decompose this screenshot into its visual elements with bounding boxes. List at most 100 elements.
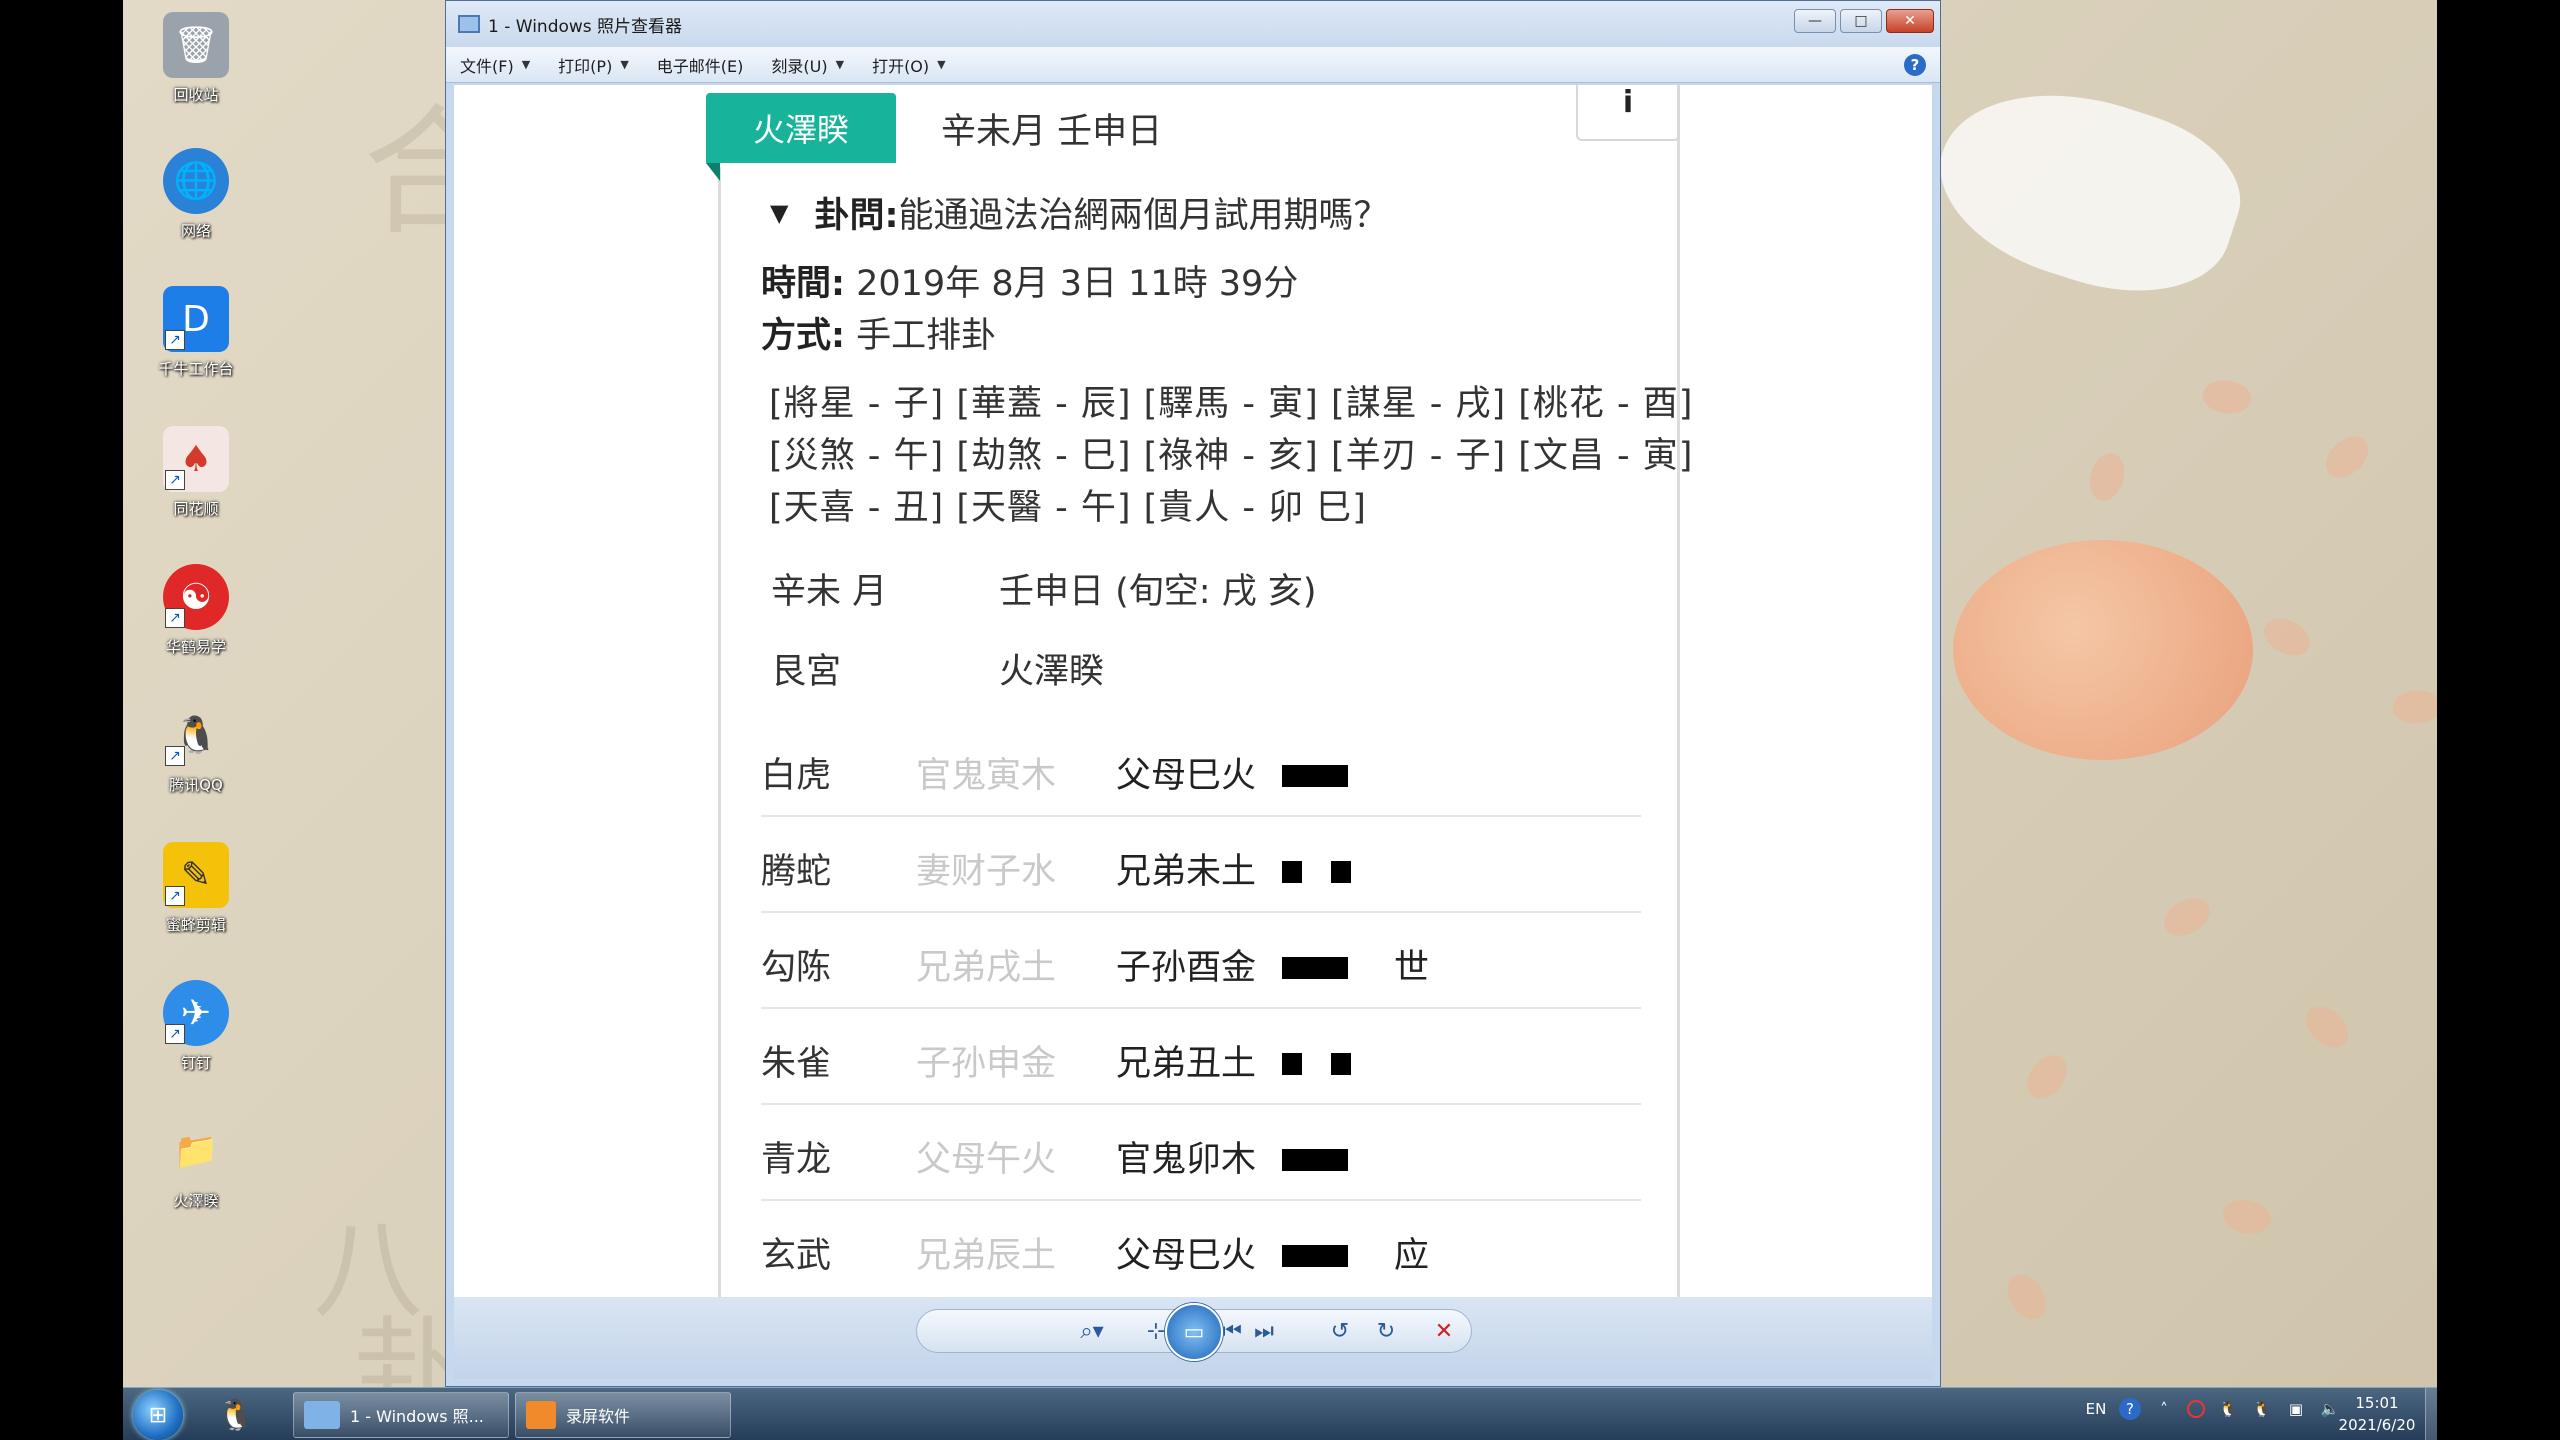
taskbar-item-recorder[interactable]: 录屏软件 (515, 1392, 731, 1438)
triangle-down-icon: ▼ (770, 198, 789, 227)
shortcut-arrow-icon: ↗ (165, 330, 185, 350)
slideshow-button[interactable]: ▭ (1165, 1303, 1223, 1361)
main-yao-label: 兄弟丑土 (1116, 1044, 1257, 1084)
method-label: 方式: (761, 316, 845, 356)
desktop-icon-qianniu[interactable]: D ↗ 千牛工作台 (141, 286, 251, 404)
image-viewport[interactable]: 火澤睽 辛未月 壬申日 i ▼ 卦問: 能通過法治網兩個月試用期嗎？ 時間: 2… (454, 85, 1932, 1297)
close-button[interactable]: ✕ (1886, 9, 1934, 33)
bee-editor-icon: ✎ ↗ (163, 842, 229, 908)
wallpaper-cloud (1917, 58, 2259, 322)
security-icon[interactable] (2187, 1400, 2205, 1418)
hidden-yao-label: 官鬼寅木 (916, 756, 1057, 796)
start-button[interactable]: ⊞ (133, 1390, 183, 1440)
qq-tray-icon[interactable]: 🐧 (2217, 1398, 2239, 1420)
tab-fold (706, 163, 720, 181)
wallpaper-petal (2299, 997, 2355, 1057)
desktop-icon-dingtalk[interactable]: ✈ ↗ 钉钉 (141, 980, 251, 1098)
rotate-ccw-icon[interactable]: ↺ (1322, 1313, 1358, 1349)
zoom-icon[interactable]: ⌕▾ (1074, 1313, 1110, 1349)
qianniu-icon: D ↗ (163, 286, 229, 352)
desktop-icon-label: 火澤睽 (173, 1192, 219, 1210)
photo-viewer-app-icon (304, 1401, 340, 1429)
method-row: 方式: 手工排卦 (761, 307, 996, 358)
help-icon[interactable]: ? (2119, 1398, 2141, 1420)
yin-line-icon (1331, 1053, 1351, 1075)
divider (718, 167, 721, 1297)
wallpaper-petal (2198, 372, 2256, 422)
shi-ying-mark: 世 (1394, 948, 1430, 988)
desktop-icon-bee-editor[interactable]: ✎ ↗ 蜜蜂剪辑 (141, 842, 251, 960)
desktop-icon-label: 回收站 (173, 86, 219, 104)
chevron-up-icon[interactable]: ˄ (2153, 1398, 2175, 1420)
menu-email[interactable]: 电子邮件(E) (657, 53, 744, 77)
yang-line-icon (1282, 1245, 1348, 1267)
shortcut-arrow-icon: ↗ (165, 608, 185, 628)
maximize-button[interactable]: □ (1840, 9, 1882, 33)
taskbar-item-photo-viewer[interactable]: 1 - Windows 照... (293, 1392, 509, 1438)
hidden-yao-label: 父母午火 (916, 1140, 1057, 1180)
main-yao-label: 官鬼卯木 (1116, 1140, 1257, 1180)
minimize-button[interactable]: — (1794, 9, 1836, 33)
network-globe-icon: 🌐 (163, 148, 229, 214)
question-text: 能通過法治網兩個月試用期嗎？ (898, 196, 1389, 236)
wallpaper-petal (2390, 686, 2437, 728)
qq-penguin-icon[interactable]: 🐧 (215, 1394, 257, 1436)
network-icon[interactable]: ▣ (2285, 1398, 2307, 1420)
clock-time: 15:01 (2355, 1394, 2399, 1412)
time-label: 時間: (761, 264, 845, 304)
shensha-line: [天喜 - 丑] [天醫 - 午] [貴人 - 卯 巳] (769, 488, 1367, 528)
yao-row: 勾陈 兄弟戌土 子孙酉金 世 (761, 913, 1641, 1009)
six-god-label: 青龙 (761, 1140, 832, 1180)
main-yao-label: 兄弟未土 (1116, 852, 1257, 892)
yinyang-icon: ☯ ↗ (163, 564, 229, 630)
wallpaper-petal (2002, 1268, 2052, 1326)
wallpaper-petal (2218, 1191, 2276, 1243)
desktop-icon-tonghuashun[interactable]: ♠ ↗ 同花顺 (141, 426, 251, 544)
month-text: 辛未 月 (771, 572, 888, 612)
dingtalk-icon: ✈ ↗ (163, 980, 229, 1046)
menu-file[interactable]: 文件(F) ▼ (460, 53, 530, 77)
clock[interactable]: 15:01 2021/6/20 (2337, 1392, 2417, 1436)
menu-burn[interactable]: 刻录(U) ▼ (771, 53, 844, 77)
desktop-icon-network[interactable]: 🌐 网络 (141, 148, 251, 266)
six-god-label: 朱雀 (761, 1044, 832, 1084)
slideshow-icon: ▭ (1183, 1319, 1205, 1345)
time-row: 時間: 2019年 8月 3日 11時 39分 (761, 255, 1298, 306)
hidden-yao-label: 兄弟辰土 (916, 1236, 1057, 1276)
recorder-app-icon (526, 1401, 556, 1429)
yang-line-icon (1282, 1149, 1348, 1171)
wallpaper-petal (2017, 1048, 2077, 1106)
taskbar-item-label: 1 - Windows 照... (350, 1407, 484, 1426)
rotate-cw-icon[interactable]: ↻ (1368, 1313, 1404, 1349)
menu-bar: 文件(F) ▼ 打印(P) ▼ 电子邮件(E) 刻录(U) ▼ 打开(O) ▼ ? (446, 47, 1940, 83)
menu-print[interactable]: 打印(P) ▼ (558, 53, 629, 77)
wallpaper-cloud (1953, 540, 2253, 760)
desktop-icon-label: 钉钉 (180, 1054, 211, 1072)
tab-gua-name: 火澤睽 (706, 93, 896, 163)
shi-ying-mark: 应 (1394, 1236, 1430, 1276)
desktop-icon-huahe[interactable]: ☯ ↗ 华鹤易学 (141, 564, 251, 682)
viewer-toolbar: ⌕▾ ⊹ ⏮ ▭ ⏭ ↺ ↻ ✕ (454, 1297, 1932, 1379)
delete-icon[interactable]: ✕ (1426, 1313, 1462, 1349)
yang-line-icon (1282, 957, 1348, 979)
help-icon[interactable]: ? (1904, 54, 1926, 76)
window-title: 1 - Windows 照片查看器 (488, 16, 683, 37)
yin-line-icon (1331, 861, 1351, 883)
show-desktop-button[interactable] (2425, 1388, 2437, 1440)
time-value: 2019年 8月 3日 11時 39分 (845, 264, 1299, 304)
main-yao-label: 父母巳火 (1116, 756, 1257, 796)
yin-line-icon (1282, 861, 1302, 883)
title-bar[interactable]: 1 - Windows 照片查看器 — □ ✕ (446, 1, 1940, 47)
clock-date: 2021/6/20 (2338, 1416, 2416, 1434)
desktop-icon-qq[interactable]: 🐧 ↗ 腾讯QQ (141, 702, 251, 820)
question-label: 卦問: (814, 196, 899, 236)
qq-tray-icon-2[interactable]: 🐧 (2251, 1398, 2273, 1420)
language-indicator[interactable]: EN (2085, 1398, 2107, 1420)
menu-open[interactable]: 打开(O) ▼ (872, 53, 946, 77)
desktop-icon-folder[interactable]: 📁 火澤睽 (141, 1118, 251, 1236)
desktop-icon-label: 同花顺 (173, 500, 219, 518)
next-icon[interactable]: ⏭ (1238, 1313, 1290, 1349)
desktop-icon-recycle-bin[interactable]: 🗑 回收站 (141, 12, 251, 130)
tab-date: 辛未月 壬申日 (941, 112, 1163, 152)
info-icon: i (1576, 85, 1680, 141)
